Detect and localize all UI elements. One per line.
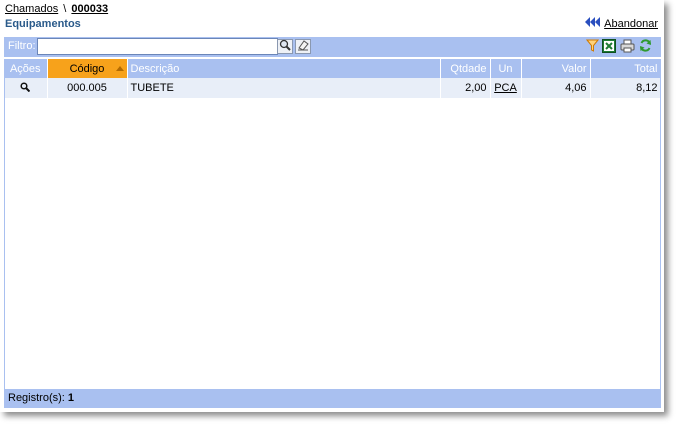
print-icon — [620, 39, 635, 56]
filter-toolbar: Filtro: — [4, 37, 661, 58]
column-header-acoes[interactable]: Ações — [4, 59, 48, 78]
export-excel-button[interactable] — [601, 38, 617, 56]
cell-codigo: 000.005 — [47, 78, 128, 98]
column-header-valor[interactable]: Valor — [521, 59, 591, 78]
unit-link[interactable]: PCA — [494, 82, 517, 94]
breadcrumb-separator: \ — [63, 3, 67, 15]
search-button[interactable] — [277, 39, 293, 54]
page-title: Equipamentos — [5, 18, 81, 30]
breadcrumb-current-link[interactable]: 000033 — [71, 3, 108, 15]
column-header-codigo-label: Código — [69, 62, 105, 75]
refresh-button[interactable] — [637, 39, 653, 55]
eraser-icon — [297, 39, 309, 54]
filter-label: Filtro: — [8, 40, 36, 52]
refresh-icon — [639, 39, 652, 55]
search-icon — [279, 39, 291, 54]
record-count: Registro(s): 1 — [8, 392, 74, 404]
filter-funnel-icon — [585, 39, 599, 55]
filter-input[interactable] — [37, 38, 278, 55]
table-row: 000.005 TUBETE 2,00 PCA 4,06 8,12 — [4, 78, 662, 98]
cell-un: PCA — [490, 78, 522, 98]
cell-total: 8,12 — [590, 78, 662, 98]
panel: Chamados \ 000033 Equipamentos Abandonar… — [0, 0, 664, 412]
abandon-button[interactable]: Abandonar — [585, 17, 658, 30]
column-header-codigo[interactable]: Código — [47, 59, 128, 78]
cell-valor: 4,06 — [521, 78, 591, 98]
abandon-label: Abandonar — [604, 17, 658, 30]
footer-bar: Registro(s): 1 — [4, 389, 661, 408]
column-header-qtdade[interactable]: Qtdade — [440, 59, 491, 78]
record-count-value: 1 — [67, 392, 75, 404]
equipment-table: Ações Código Descrição Qtdade Un Valor T… — [4, 59, 662, 98]
row-actions-cell — [4, 78, 48, 98]
rewind-icon — [585, 17, 601, 30]
breadcrumb-chamados-link[interactable]: Chamados — [5, 3, 58, 15]
column-header-descricao[interactable]: Descrição — [127, 59, 441, 78]
breadcrumb: Chamados \ 000033 — [5, 3, 108, 15]
column-header-un[interactable]: Un — [490, 59, 522, 78]
record-count-label: Registro(s): — [8, 392, 65, 404]
print-button[interactable] — [619, 39, 635, 55]
table-header-row: Ações Código Descrição Qtdade Un Valor T… — [4, 59, 662, 78]
cell-qtdade: 2,00 — [440, 78, 491, 98]
column-header-total[interactable]: Total — [590, 59, 662, 78]
filter-button[interactable] — [584, 39, 600, 55]
grid-right-border — [660, 59, 661, 390]
excel-icon — [602, 38, 616, 56]
sort-ascending-icon — [115, 66, 124, 71]
grid-left-border — [4, 59, 5, 390]
clear-filter-button[interactable] — [295, 39, 311, 54]
cell-descricao: TUBETE — [127, 78, 441, 98]
view-details-button[interactable] — [20, 81, 31, 92]
magnifier-icon — [20, 81, 31, 92]
